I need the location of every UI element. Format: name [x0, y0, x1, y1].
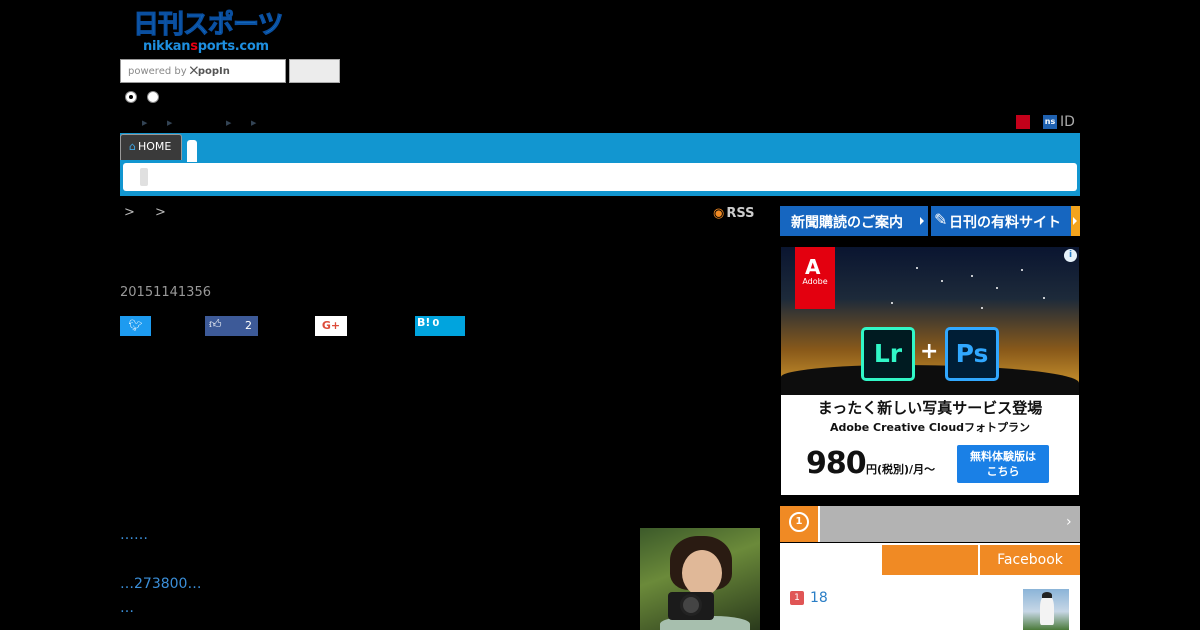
- facebook-like-button[interactable]: 👍︎ 2: [205, 316, 258, 336]
- ad-cta-button[interactable]: 無料体験版は こちら: [957, 445, 1049, 483]
- search-scope-radio-web[interactable]: [147, 91, 159, 103]
- ranking-item-link[interactable]: 18: [810, 590, 828, 606]
- twitter-icon: 🐦︎: [128, 319, 143, 332]
- paid-site-button[interactable]: ✎ 日刊の有料サイト: [931, 206, 1080, 236]
- ad-price: 980: [806, 446, 867, 481]
- article-link[interactable]: …: [120, 600, 134, 616]
- ranking-header[interactable]: [780, 506, 1080, 542]
- ranking-tab-facebook[interactable]: Facebook: [980, 545, 1080, 575]
- home-icon: ⌂: [129, 140, 136, 153]
- pencil-icon: ✎: [934, 210, 948, 229]
- tab-home[interactable]: ⌂ HOME: [120, 134, 182, 160]
- ad-plus: +: [920, 339, 939, 364]
- user-id-link[interactable]: ID: [1060, 113, 1075, 131]
- chevron-right-icon: [1071, 206, 1080, 236]
- sub-nav-bar: [123, 163, 1077, 191]
- adobe-logo: A Adobe: [795, 247, 835, 309]
- site-logo[interactable]: 日刊スポーツ nikkansports.com: [132, 10, 289, 56]
- photoshop-icon: Ps: [945, 327, 999, 381]
- article-timestamp: 20151141356: [120, 285, 211, 300]
- ad-subline: Adobe Creative Cloudフォトプラン: [829, 421, 1031, 434]
- rss-link[interactable]: ◉ RSS: [713, 206, 755, 221]
- ranking-item-number: 1: [790, 591, 804, 605]
- article-link[interactable]: ……: [120, 527, 148, 543]
- hatena-bookmark-button[interactable]: B! 0: [415, 316, 465, 336]
- top-link-arrow-icon[interactable]: ▶: [251, 119, 256, 127]
- top-link-arrow-icon[interactable]: ▶: [142, 119, 147, 127]
- top-link-arrow-icon[interactable]: ▶: [167, 119, 172, 127]
- ranking-tab[interactable]: [882, 545, 978, 575]
- tab-home-label: HOME: [137, 140, 172, 153]
- search-placeholder-prefix: powered by: [128, 66, 187, 77]
- search-scope-radio-site[interactable]: [125, 91, 137, 103]
- lightroom-icon: Lr: [861, 327, 915, 381]
- tab-secondary[interactable]: [187, 140, 197, 162]
- adobe-advertisement[interactable]: i A Adobe Lr + Ps まったく新しい写真サービス登場 Adobe C…: [781, 247, 1079, 495]
- ad-price-suffix: 円(税別)/月〜: [866, 463, 936, 476]
- ad-info-icon[interactable]: i: [1064, 249, 1077, 262]
- twitter-share-button[interactable]: 🐦︎: [120, 316, 151, 336]
- newspaper-subscription-button[interactable]: 新聞購読のご案内: [780, 206, 928, 236]
- hatena-count: 0: [432, 318, 440, 329]
- ns-badge-icon[interactable]: ns: [1043, 115, 1057, 129]
- facebook-like-count: 2: [245, 319, 252, 332]
- logo-japanese: 日刊スポーツ: [132, 10, 283, 41]
- popin-logo: ⨉popIn: [189, 66, 230, 77]
- sub-nav-item[interactable]: [140, 168, 148, 186]
- rss-icon: ◉: [713, 206, 725, 221]
- thumbs-up-icon: 👍︎: [209, 317, 222, 331]
- hatena-icon: B!: [417, 316, 431, 329]
- header-red-icon[interactable]: [1016, 115, 1030, 129]
- breadcrumb: > >: [124, 205, 174, 220]
- ad-headline: まったく新しい写真サービス登場: [817, 399, 1043, 417]
- top-link-arrow-icon[interactable]: ▶: [226, 119, 231, 127]
- search-input[interactable]: powered by ⨉popIn: [120, 59, 286, 83]
- article-photo[interactable]: [640, 528, 760, 630]
- chevron-right-icon[interactable]: ›: [1066, 514, 1072, 530]
- logo-english: nikkansports.com: [143, 39, 269, 54]
- ranking-medal-icon: 1: [780, 506, 818, 542]
- paid-site-label: 日刊の有料サイト: [949, 215, 1061, 231]
- ranking-separator: [818, 506, 820, 542]
- ranking-item-thumbnail[interactable]: [1023, 589, 1069, 630]
- search-button[interactable]: [289, 59, 340, 83]
- google-plus-share-button[interactable]: G+: [315, 316, 347, 336]
- article-link[interactable]: …273800…: [120, 576, 201, 592]
